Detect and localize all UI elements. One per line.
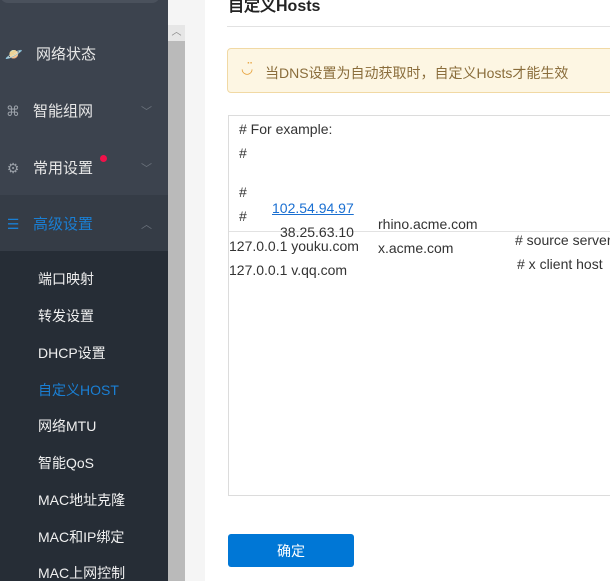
hosts-textarea[interactable]: # For example: # # 102.54.94.97 rhino.ac… — [228, 115, 610, 496]
hosts-example: # For example: # # 102.54.94.97 rhino.ac… — [229, 116, 610, 272]
submenu-mac-clone[interactable]: MAC地址克隆 — [38, 490, 125, 510]
document-icon: ☰ — [6, 215, 20, 232]
submenu-port-mapping[interactable]: 端口映射 — [38, 269, 94, 289]
submenu-qos[interactable]: 智能QoS — [38, 453, 94, 473]
menu-smart-mesh[interactable]: ⌘ 智能组网 ﹀ — [0, 82, 168, 139]
submenu-mtu[interactable]: 网络MTU — [38, 416, 96, 436]
menu-network-status[interactable]: 🪐 网络状态 — [0, 25, 168, 82]
page-title: 自定义Hosts — [228, 0, 321, 15]
menu-common-settings[interactable]: ⚙ 常用设置 ﹀ — [0, 139, 168, 196]
hosts-entries[interactable]: 127.0.0.1 youku.com 127.0.0.1 v.qq.com — [229, 234, 359, 282]
notification-dot — [100, 155, 107, 162]
scrollbar-top-gap — [168, 0, 185, 25]
submenu-dhcp[interactable]: DHCP设置 — [38, 343, 106, 363]
network-icon: ⌘ — [6, 102, 20, 119]
chevron-down-icon: ﹀ — [141, 105, 152, 118]
chevron-up-icon: ︿ — [141, 218, 152, 231]
advanced-submenu: 端口映射 转发设置 DHCP设置 自定义HOST 网络MTU 智能QoS MAC… — [0, 251, 168, 581]
submenu-forwarding[interactable]: 转发设置 — [38, 306, 94, 326]
sidebar-scrollbar[interactable]: ︿ — [168, 25, 185, 581]
smile-icon: ◡̈ — [241, 60, 254, 76]
host-entry: 127.0.0.1 v.qq.com — [229, 262, 348, 278]
sidebar: 🪐 网络状态 ⌘ 智能组网 ﹀ ⚙ 常用设置 ﹀ ☰ 高级设置 ︿ 端口映射 转… — [0, 0, 168, 581]
divider — [227, 26, 610, 27]
submenu-custom-host[interactable]: 自定义HOST — [38, 380, 119, 400]
submenu-mac-access[interactable]: MAC上网控制 — [38, 563, 125, 583]
search-box[interactable] — [0, 0, 160, 3]
planet-icon: 🪐 — [5, 45, 23, 62]
page-gutter — [185, 0, 205, 581]
host-entry: 127.0.0.1 youku.com — [229, 238, 359, 254]
menu-advanced-settings[interactable]: ☰ 高级设置 ︿ — [0, 195, 168, 252]
submenu-mac-ip-bind[interactable]: MAC和IP绑定 — [38, 527, 124, 547]
gear-icon: ⚙ — [6, 159, 20, 176]
chevron-down-icon: ﹀ — [141, 162, 152, 175]
scroll-up-icon[interactable]: ︿ — [168, 25, 185, 41]
info-alert: ◡̈ 当DNS设置为自动获取时，自定义Hosts才能生效 — [227, 48, 610, 93]
confirm-button[interactable]: 确定 — [228, 534, 354, 567]
